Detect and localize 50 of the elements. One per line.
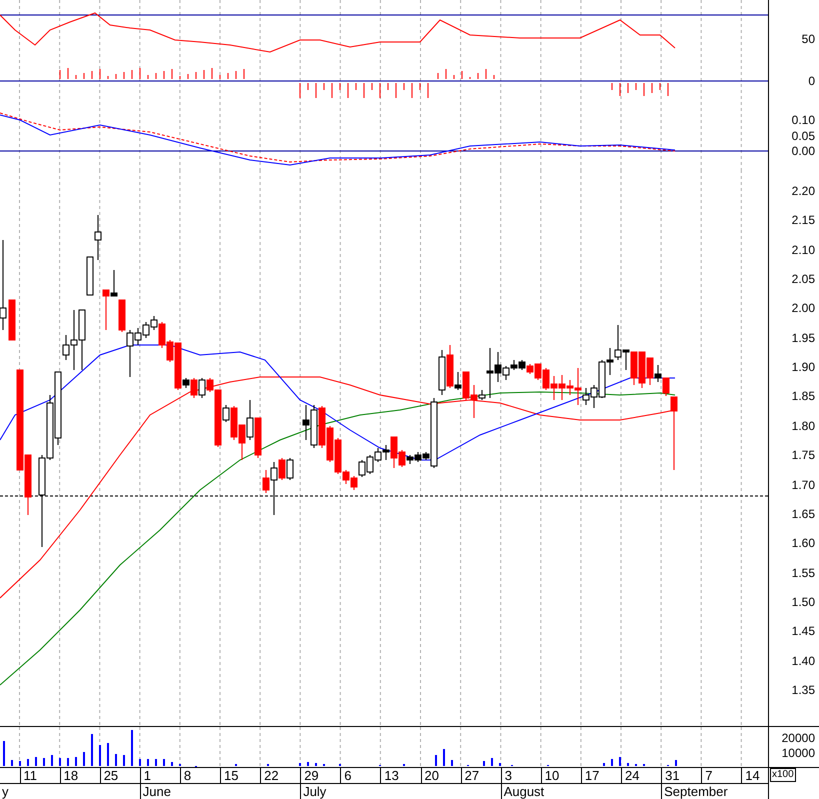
axis-label: 2.10 — [792, 242, 815, 257]
date-label: 25 — [100, 768, 118, 784]
axis-label: 0 — [808, 74, 815, 88]
axis-label: 1.35 — [792, 682, 815, 697]
axis-label: 10000 — [782, 746, 815, 760]
axis-label: 50 — [802, 32, 815, 46]
date-label: 29 — [300, 768, 319, 784]
axis-label: 1.95 — [792, 330, 815, 345]
month-label: y — [1, 784, 8, 799]
axis-label: 2.00 — [792, 301, 815, 316]
date-label: 17 — [580, 768, 600, 784]
axis-label: 20000 — [782, 731, 815, 745]
axis-label: 2.05 — [792, 272, 815, 286]
axis-label: 1.55 — [792, 566, 815, 580]
date-label: 10 — [540, 768, 560, 784]
axis-label: 1.60 — [792, 536, 815, 550]
date-label: 7 — [701, 768, 712, 784]
axis-label: 1.65 — [792, 506, 815, 521]
axis-label: 1.75 — [792, 448, 815, 462]
axis-label: 0.05 — [792, 128, 815, 142]
date-label: 20 — [420, 768, 439, 784]
month-label: September — [661, 784, 728, 799]
date-label: 11 — [20, 768, 37, 784]
date-label: 22 — [260, 768, 279, 784]
axis-label: 1.90 — [792, 360, 815, 374]
date-label: 6 — [340, 768, 352, 784]
date-label: 13 — [380, 768, 399, 784]
axis-label: 2.15 — [792, 213, 815, 228]
date-label: 31 — [661, 768, 680, 784]
date-label: 14 — [741, 768, 760, 784]
date-label: 27 — [460, 768, 480, 784]
axis-label: 1.85 — [792, 389, 815, 404]
axis-label: 2.20 — [792, 184, 815, 198]
date-label: 18 — [60, 768, 78, 784]
axis-label: 0.00 — [792, 144, 815, 158]
axis-label: 1.45 — [792, 624, 815, 638]
month-label: August — [500, 784, 544, 799]
date-label: 15 — [220, 768, 238, 784]
axis-label: 1.80 — [792, 418, 815, 433]
date-label: 24 — [621, 768, 640, 784]
date-label: 8 — [180, 768, 192, 784]
axis-label: 1.40 — [792, 654, 815, 668]
axis-label: 0.10 — [792, 113, 815, 127]
unit-label: x100 — [770, 768, 796, 782]
axis-label: 1.70 — [792, 478, 815, 492]
date-label: 3 — [500, 768, 512, 784]
month-label: June — [140, 784, 171, 799]
month-label: July — [300, 784, 326, 799]
date-label: 1 — [140, 768, 152, 784]
axis-label: 1.50 — [792, 594, 815, 609]
